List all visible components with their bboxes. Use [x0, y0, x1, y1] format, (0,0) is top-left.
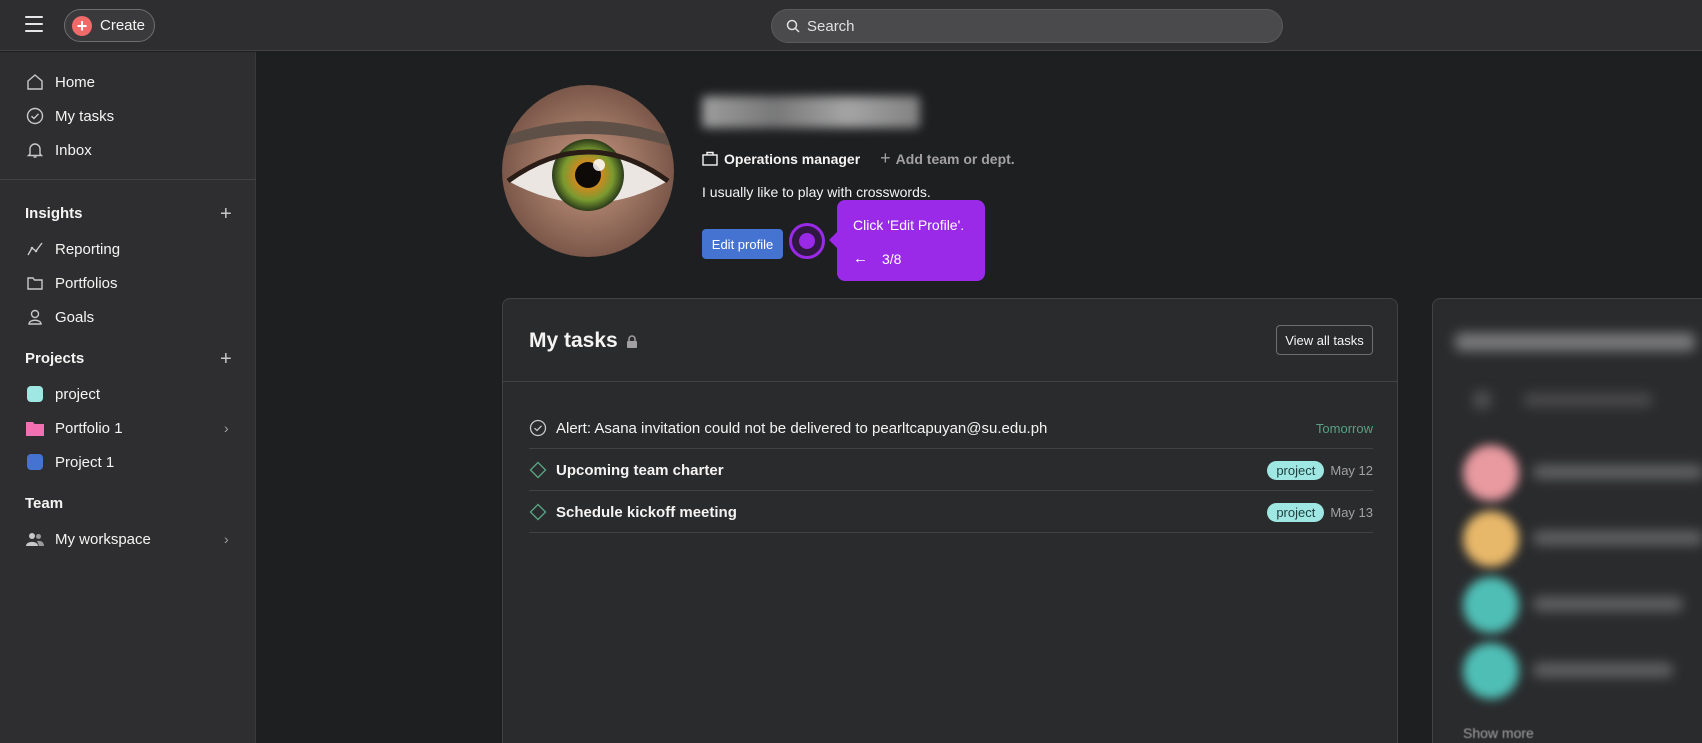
- milestone-diamond-icon[interactable]: [529, 461, 547, 479]
- home-icon: [25, 72, 45, 92]
- sidebar-item-label: Portfolios: [55, 274, 118, 292]
- sidebar-item-goals[interactable]: Goals: [25, 303, 94, 331]
- avatar: [1463, 445, 1519, 501]
- role-row: Operations manager + Add team or dept.: [702, 148, 1015, 169]
- card-title: My tasks: [529, 329, 638, 353]
- task-row[interactable]: Schedule kickoff meeting project May 13: [529, 492, 1373, 533]
- plus-icon: +: [72, 15, 92, 36]
- avatar: [1463, 577, 1519, 633]
- briefcase-icon: [702, 151, 718, 166]
- task-name: Upcoming team charter: [556, 461, 724, 479]
- sidebar-item-project-1[interactable]: Project 1: [25, 448, 114, 476]
- blurred-text: [1523, 393, 1653, 407]
- milestone-diamond-icon[interactable]: [529, 503, 547, 521]
- bell-icon: [25, 140, 45, 160]
- blurred-text: [1533, 663, 1673, 677]
- sidebar-item-home[interactable]: Home: [25, 68, 95, 96]
- sidebar-item-label: Project 1: [55, 453, 115, 471]
- sidebar-item-label: Portfolio 1: [55, 419, 123, 437]
- sidebar-item-label: Inbox: [55, 141, 92, 159]
- project-tag[interactable]: project: [1267, 460, 1325, 480]
- add-project-icon[interactable]: +: [220, 349, 232, 369]
- add-insight-icon[interactable]: +: [220, 204, 232, 224]
- team-icon: [25, 529, 45, 549]
- sidebar-item-label: project: [55, 385, 101, 403]
- lock-icon: [626, 334, 637, 348]
- view-all-tasks-button[interactable]: View all tasks: [1276, 325, 1373, 355]
- task-row[interactable]: Upcoming team charter project May 12: [529, 450, 1373, 491]
- tutorial-tooltip: Click 'Edit Profile'. ← 3/8: [829, 200, 985, 281]
- sidebar-item-my-workspace[interactable]: My workspace: [25, 525, 151, 553]
- blurred-text: [1533, 465, 1702, 479]
- blurred-text: [1533, 531, 1702, 545]
- projects-heading: Projects: [25, 350, 85, 367]
- sidebar-item-portfolios[interactable]: Portfolios: [25, 269, 118, 297]
- sidebar-item-portfolio-1[interactable]: Portfolio 1: [25, 414, 123, 442]
- task-name: Alert: Asana invitation could not be del…: [556, 419, 1048, 437]
- task-row[interactable]: Alert: Asana invitation could not be del…: [529, 408, 1373, 449]
- search-icon: [786, 19, 800, 33]
- create-button[interactable]: + Create: [64, 9, 155, 42]
- card-divider: [503, 381, 1397, 382]
- create-label: Create: [100, 17, 146, 34]
- tooltip-step: 3/8: [882, 250, 902, 267]
- profile-name-redacted: [702, 96, 920, 128]
- tooltip-arrow: [829, 232, 837, 248]
- menu-icon[interactable]: [25, 16, 43, 32]
- tooltip-nav: ← 3/8: [853, 250, 901, 267]
- edit-profile-button[interactable]: Edit profile: [702, 229, 783, 259]
- task-due-date: May 12: [1330, 462, 1373, 478]
- tutorial-hotspot[interactable]: [789, 223, 825, 259]
- search-input[interactable]: Search: [771, 9, 1283, 43]
- top-bar: + Create Search: [0, 0, 1702, 51]
- chevron-right-icon[interactable]: ›: [224, 531, 229, 547]
- check-circle-icon: [25, 106, 45, 126]
- add-team-button[interactable]: + Add team or dept.: [880, 148, 1015, 169]
- blurred-heading: [1455, 333, 1695, 351]
- folder-icon: [25, 273, 45, 293]
- avatar: [1463, 643, 1519, 699]
- project-color-swatch: [25, 452, 45, 472]
- avatar: [1463, 511, 1519, 567]
- my-tasks-title: My tasks: [529, 329, 618, 352]
- add-team-label: Add team or dept.: [895, 150, 1015, 167]
- sidebar-item-reporting[interactable]: Reporting: [25, 235, 120, 263]
- sidebar-item-label: Reporting: [55, 240, 121, 258]
- task-name: Schedule kickoff meeting: [556, 503, 737, 521]
- show-more-link[interactable]: Show more: [1463, 725, 1534, 741]
- team-heading: Team: [25, 495, 64, 512]
- line-chart-icon: [25, 239, 45, 259]
- search-placeholder: Search: [807, 17, 855, 35]
- avatar[interactable]: [502, 85, 674, 257]
- blurred-text: [1533, 597, 1683, 611]
- sidebar-divider: [0, 179, 256, 180]
- folder-icon: [25, 418, 45, 438]
- profile-bio: I usually like to play with crosswords.: [702, 184, 931, 200]
- my-tasks-card: My tasks View all tasks Alert: Asana inv…: [502, 298, 1398, 743]
- job-title: Operations manager: [724, 150, 861, 167]
- sidebar-item-project[interactable]: project: [25, 380, 100, 408]
- sidebar-item-label: Goals: [55, 308, 95, 326]
- arrow-left-icon[interactable]: ←: [853, 250, 868, 267]
- sidebar: Home My tasks Inbox Insights + Reporting…: [0, 52, 256, 743]
- sidebar-item-inbox[interactable]: Inbox: [25, 136, 92, 164]
- task-due-date: May 13: [1330, 504, 1373, 520]
- plus-icon: +: [880, 148, 891, 168]
- blurred-icon: [1473, 391, 1491, 409]
- chevron-right-icon[interactable]: ›: [224, 420, 229, 436]
- tooltip-text: Click 'Edit Profile'.: [853, 217, 965, 233]
- sidebar-item-label: My workspace: [55, 530, 151, 548]
- project-tag[interactable]: project: [1267, 502, 1325, 522]
- check-circle-icon[interactable]: [529, 419, 547, 437]
- sidebar-item-label: Home: [55, 73, 96, 91]
- sidebar-item-my-tasks[interactable]: My tasks: [25, 102, 114, 130]
- project-color-swatch: [25, 384, 45, 404]
- person-goal-icon: [25, 307, 45, 327]
- people-card: Show more: [1432, 298, 1702, 743]
- insights-heading: Insights: [25, 205, 83, 222]
- task-due-date: Tomorrow: [1315, 420, 1373, 436]
- sidebar-item-label: My tasks: [55, 107, 115, 125]
